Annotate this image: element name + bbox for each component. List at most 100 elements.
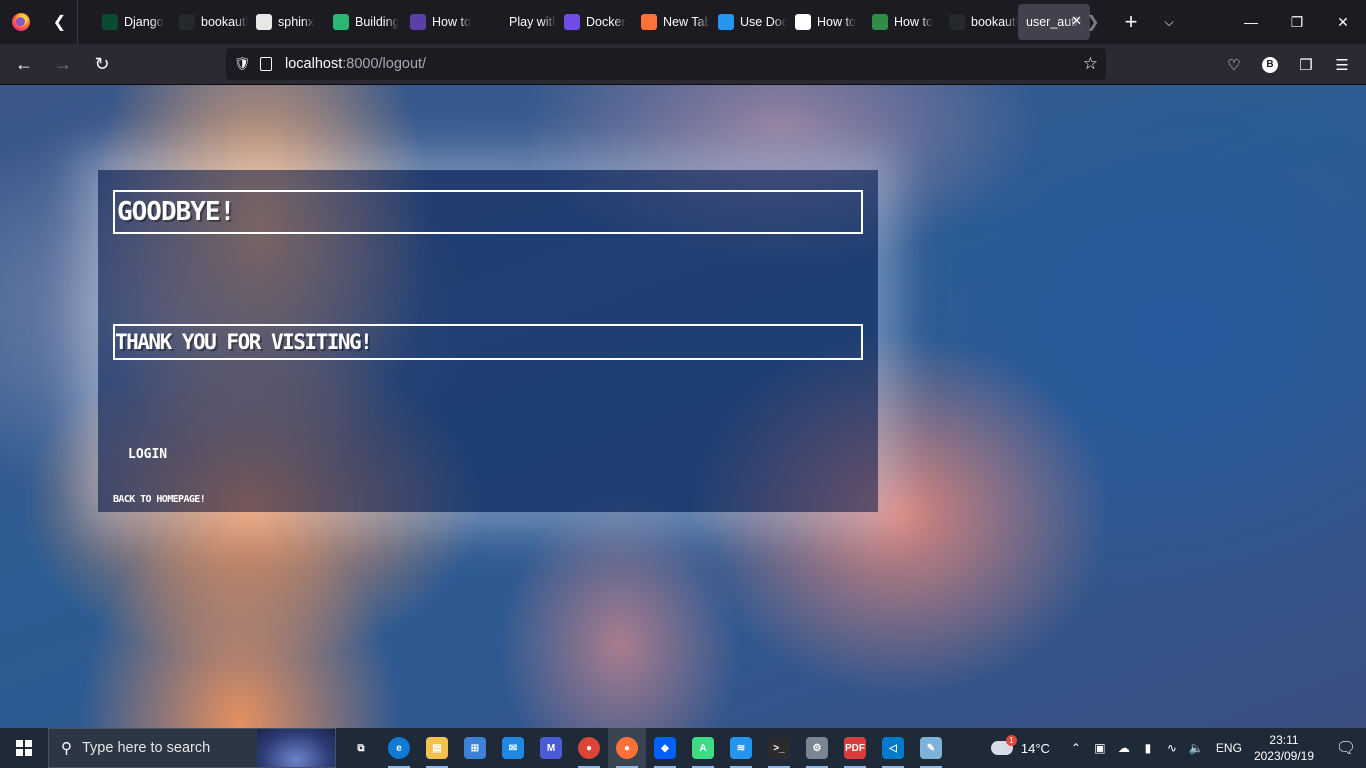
clock[interactable]: 23:11 2023/09/19: [1254, 732, 1314, 764]
tab-label: Django: [124, 15, 164, 29]
tab-strip: ❮ Django bookauth sphinx Building How to Play…: [0, 0, 1366, 44]
edge-taskbar-button[interactable]: e: [380, 728, 418, 768]
search-icon: ⚲: [61, 740, 72, 757]
firefox-taskbar-button[interactable]: ●: [608, 728, 646, 768]
play-icon: [333, 14, 349, 30]
start-button[interactable]: [0, 728, 48, 768]
search-highlight-image: [257, 729, 335, 767]
page-info-icon[interactable]: [260, 57, 272, 71]
microsoft-store-icon: ⊞: [464, 737, 486, 759]
chevron-down-icon: ⌵: [1164, 14, 1174, 29]
browser-tab[interactable]: Building: [325, 4, 402, 40]
chevron-left-icon: ❮: [52, 14, 67, 31]
dropbox-taskbar-button[interactable]: ◆: [646, 728, 684, 768]
clock-time: 23:11: [1269, 733, 1299, 747]
tracking-protection-shield-icon[interactable]: 🛡: [234, 56, 251, 72]
arrow-left-icon: ←: [15, 53, 33, 74]
browser-tab[interactable]: bookauth: [171, 4, 248, 40]
account-button[interactable]: B: [1252, 44, 1288, 85]
show-hidden-icons-chevron-icon[interactable]: ⌃: [1064, 741, 1088, 755]
battery-icon[interactable]: ▮: [1136, 741, 1160, 755]
wifi-icon[interactable]: ∿: [1160, 741, 1184, 755]
mail-icon: ✉: [502, 737, 524, 759]
vscode-taskbar-button[interactable]: ◁: [874, 728, 912, 768]
restore-button[interactable]: ❐: [1274, 0, 1320, 44]
volume-icon[interactable]: 🔈: [1184, 741, 1208, 755]
github-icon: [949, 14, 965, 30]
docker-taskbar-button[interactable]: ≋: [722, 728, 760, 768]
message-box: THANK YOU FOR VISITING!: [113, 324, 863, 360]
dev-app-icon: M: [540, 737, 562, 759]
settings-taskbar-button[interactable]: ⚙: [798, 728, 836, 768]
tab-label: sphinx: [278, 15, 315, 29]
forward-button[interactable]: →: [45, 48, 81, 80]
firefox-view-button[interactable]: [0, 0, 42, 44]
weather-widget[interactable]: 1 14°C: [990, 735, 1050, 756]
browser-tab[interactable]: Play with Docker: [479, 4, 556, 40]
tab-label: How to: [894, 15, 933, 29]
chrome-icon: ●: [578, 737, 600, 759]
onedrive-cloud-icon[interactable]: ☁: [1112, 741, 1136, 755]
browser-tab[interactable]: How to: [864, 4, 941, 40]
notification-icon: 🗨: [1335, 740, 1357, 757]
pdf-app-icon: PDF: [844, 737, 866, 759]
vscode-icon: ◁: [882, 737, 904, 759]
address-bar[interactable]: 🛡 localhost:8000/logout/ ☆: [226, 48, 1106, 80]
weather-badge: 1: [1005, 735, 1017, 746]
clock-date: 2023/09/19: [1253, 749, 1314, 763]
url-host: localhost: [285, 56, 343, 72]
extensions-button[interactable]: ❒: [1288, 44, 1324, 85]
tab-label: Docker: [586, 15, 626, 29]
chrome-taskbar-button[interactable]: ●: [570, 728, 608, 768]
pdf-app-taskbar-button[interactable]: PDF: [836, 728, 874, 768]
back-button[interactable]: ←: [6, 48, 42, 80]
bookmark-star-icon[interactable]: ☆: [1083, 54, 1098, 74]
sphinx-icon: [256, 14, 272, 30]
terminal-taskbar-button[interactable]: >_: [760, 728, 798, 768]
tab-scroll-left-button[interactable]: ❮: [42, 0, 78, 44]
doc-icon: [410, 14, 426, 30]
taskbar-apps: ⧉ e ▤ ⊞ ✉ M ● ● ◆ A ≋ >_ ⚙ PDF ◁ ✎: [342, 728, 950, 768]
dev-app-taskbar-button[interactable]: M: [532, 728, 570, 768]
browser-tab[interactable]: Docker: [556, 4, 633, 40]
meet-now-icon[interactable]: ▣: [1088, 741, 1112, 755]
puzzle-icon: ❒: [1299, 56, 1313, 74]
back-to-homepage-link[interactable]: BACK TO HOMEPAGE!: [113, 494, 206, 505]
close-icon: ✕: [1337, 13, 1349, 30]
mail-taskbar-button[interactable]: ✉: [494, 728, 532, 768]
notification-center-button[interactable]: 🗨: [1326, 728, 1366, 768]
close-window-button[interactable]: ✕: [1320, 0, 1366, 44]
docker-icon: [718, 14, 734, 30]
blank-icon: [487, 14, 503, 30]
new-tab-button[interactable]: +: [1112, 0, 1150, 44]
reload-icon: ↻: [94, 53, 110, 74]
app-menu-button[interactable]: ☰: [1324, 44, 1360, 85]
browser-tab[interactable]: Use Docker: [710, 4, 787, 40]
browser-tab[interactable]: New Tab: [633, 4, 710, 40]
login-link[interactable]: LOGIN: [128, 447, 167, 462]
browser-tab[interactable]: sphinx: [248, 4, 325, 40]
url-text[interactable]: localhost:8000/logout/: [285, 56, 426, 72]
list-all-tabs-button[interactable]: ⌵: [1150, 0, 1188, 44]
minimize-button[interactable]: —: [1228, 0, 1274, 44]
weather-temperature: 14°C: [1020, 740, 1050, 756]
reload-button[interactable]: ↻: [84, 48, 120, 80]
django-icon: [102, 14, 118, 30]
tab-scroll-right-button[interactable]: ❯: [1074, 0, 1112, 44]
file-explorer-taskbar-button[interactable]: ▤: [418, 728, 456, 768]
windows-taskbar: ⚲ Type here to search ⧉ e ▤ ⊞ ✉ M ● ● ◆ A ≋ >_ ⚙ PDF ◁…: [0, 728, 1366, 768]
android-studio-taskbar-button[interactable]: A: [684, 728, 722, 768]
notepad-taskbar-button[interactable]: ✎: [912, 728, 950, 768]
pocket-button[interactable]: ♡: [1216, 44, 1252, 85]
browser-tab[interactable]: bookauth: [941, 4, 1018, 40]
browser-tab[interactable]: How to: [787, 4, 864, 40]
browser-tab[interactable]: How to: [402, 4, 479, 40]
browser-tab[interactable]: Django: [94, 4, 171, 40]
chart-icon: [795, 14, 811, 30]
taskbar-search-box[interactable]: ⚲ Type here to search: [48, 728, 336, 768]
title-box: GOODBYE!: [113, 190, 863, 234]
microsoft-store-taskbar-button[interactable]: ⊞: [456, 728, 494, 768]
language-indicator[interactable]: ENG: [1216, 741, 1242, 755]
task-view-taskbar-button[interactable]: ⧉: [342, 728, 380, 768]
weather-cloud-icon: 1: [990, 735, 1017, 755]
